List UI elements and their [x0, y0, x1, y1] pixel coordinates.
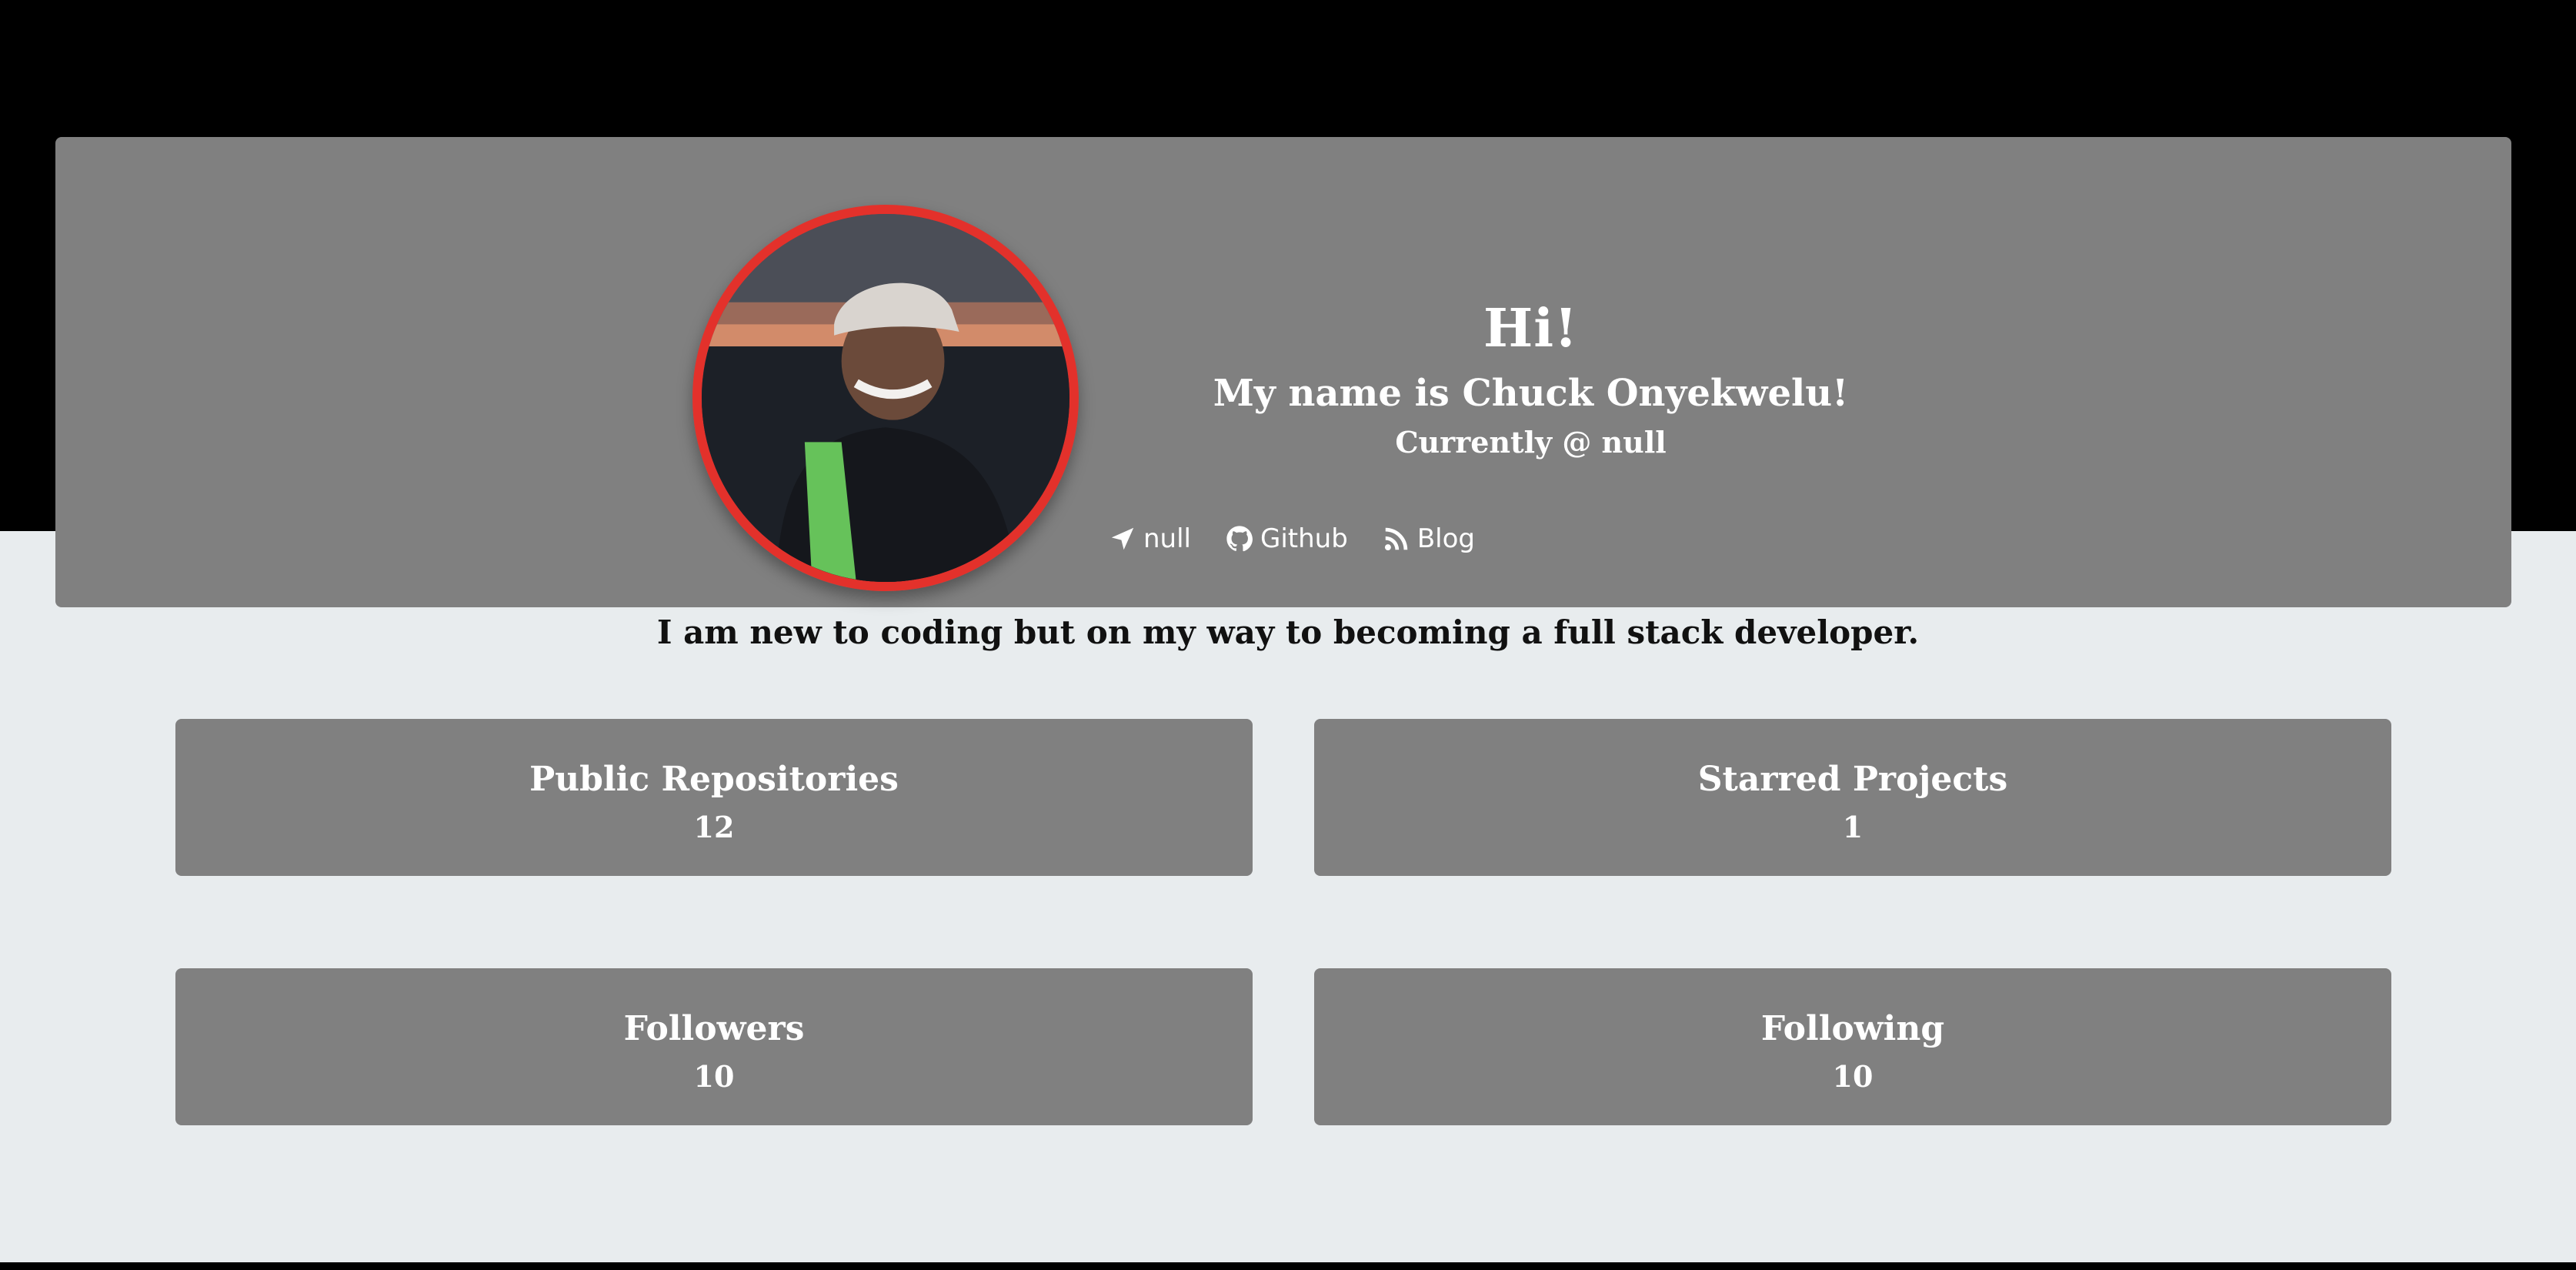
stat-card-starred-projects: Starred Projects 1 [1314, 719, 2391, 876]
stat-card-public-repositories: Public Repositories 12 [175, 719, 1253, 876]
stat-label: Followers [623, 1009, 805, 1048]
hero-text: Hi! My name is Chuck Onyekwelu! Currentl… [1056, 295, 2006, 463]
footer-divider [0, 1262, 2576, 1270]
stat-value: 10 [1832, 1059, 1874, 1094]
blog-link[interactable]: Blog [1382, 523, 1475, 554]
stat-label: Starred Projects [1697, 760, 2008, 799]
rss-icon [1384, 527, 1408, 551]
stat-card-followers: Followers 10 [175, 968, 1253, 1125]
location-arrow-icon [1111, 527, 1134, 550]
github-link[interactable]: Github [1225, 523, 1348, 554]
stat-card-following: Following 10 [1314, 968, 2391, 1125]
profile-hero-card: Hi! My name is Chuck Onyekwelu! Currentl… [55, 137, 2511, 607]
avatar [692, 205, 1079, 591]
stat-label: Following [1760, 1009, 1945, 1048]
blog-label: Blog [1416, 523, 1475, 554]
stat-value: 12 [693, 810, 735, 844]
name-heading: My name is Chuck Onyekwelu! [1213, 372, 1849, 415]
bio-text: I am new to coding but on my way to beco… [656, 613, 1920, 651]
profile-photo-illustration [702, 214, 1069, 582]
github-label: Github [1260, 523, 1348, 554]
stat-value: 1 [1842, 810, 1864, 844]
github-icon [1226, 526, 1253, 552]
stat-label: Public Repositories [529, 760, 899, 799]
location-link[interactable]: null [1108, 523, 1191, 554]
profile-links: null Github Blog [1108, 517, 1475, 560]
company-line: Currently @ null [1395, 425, 1667, 460]
location-label: null [1143, 523, 1191, 554]
greeting-heading: Hi! [1483, 298, 1578, 359]
stat-value: 10 [693, 1059, 735, 1094]
